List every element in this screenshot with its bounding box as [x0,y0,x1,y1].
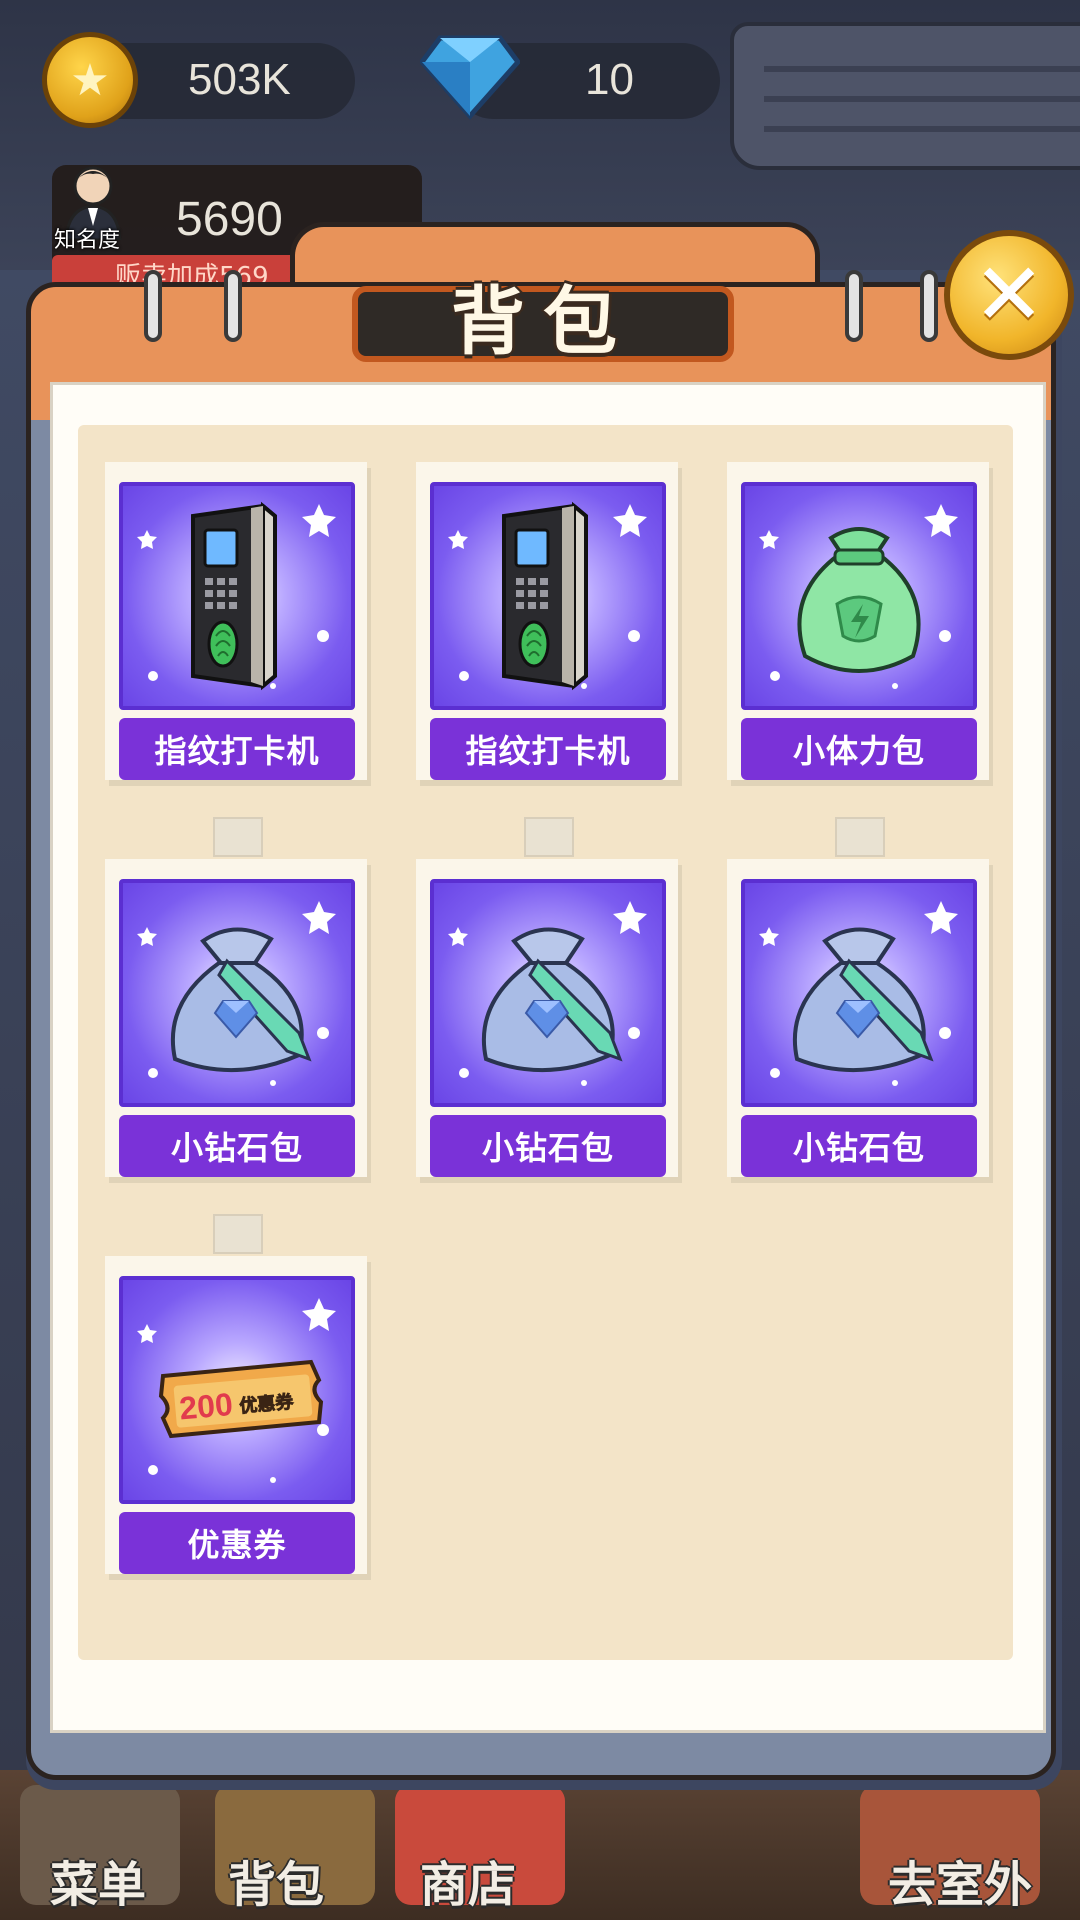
coupon-icon: 200 优惠券 [137,1298,336,1483]
item-card[interactable]: 指纹打卡机 [416,462,678,780]
nav-bag-button[interactable]: 背包 [228,1845,324,1915]
card-clip [213,1214,263,1254]
item-image: 200 优惠券 [119,1276,355,1504]
nav-outdoor-button[interactable]: 去室外 [888,1845,1032,1915]
item-image [119,879,355,1107]
binder-ring [224,270,242,342]
fame-value: 5690 [176,193,283,246]
gem-amount: 10 [585,55,634,104]
fame-label: 知名度 [54,228,121,253]
item-card[interactable]: 200 优惠券优惠券 [105,1256,367,1574]
card-clip [835,817,885,857]
card-clip [524,817,574,857]
diamond-bag-icon [448,901,647,1086]
nav-menu-button[interactable]: 菜单 [50,1845,146,1915]
coin-icon: ★ [42,32,138,128]
air-conditioner-decor [730,22,1080,170]
item-card[interactable]: 小钻石包 [105,859,367,1177]
item-name-label: 优惠券 [119,1512,355,1574]
diamond-icon [420,35,520,120]
item-name-label: 小钻石包 [119,1115,355,1177]
item-image [741,879,977,1107]
item-image [741,482,977,710]
item-card[interactable]: 小体力包 [727,462,989,780]
item-card[interactable]: 小钻石包 [727,859,989,1177]
diamond-bag-icon [137,901,336,1086]
item-image [119,482,355,710]
binder-ring [144,270,162,342]
item-card[interactable]: 指纹打卡机 [105,462,367,780]
item-image [430,879,666,1107]
item-name-label: 指纹打卡机 [430,718,666,780]
fingerprint-clock-icon [448,501,647,691]
panel-title: 背包 [451,279,635,365]
binder-ring [845,270,863,342]
item-name-label: 小钻石包 [430,1115,666,1177]
nav-shop-button[interactable]: 商店 [420,1845,516,1915]
item-card[interactable]: 小钻石包 [416,859,678,1177]
diamond-bag-icon [759,901,958,1086]
svg-text:200: 200 [178,1386,234,1427]
close-button[interactable]: ✕ [944,230,1074,360]
close-icon: ✕ [972,245,1046,345]
fingerprint-clock-icon [137,501,336,691]
binder-ring [920,270,938,342]
item-name-label: 小钻石包 [741,1115,977,1177]
stamina-bag-icon [759,504,958,689]
coin-amount: 503K [188,55,291,104]
item-name-label: 小体力包 [741,718,977,780]
card-clip [213,817,263,857]
item-name-label: 指纹打卡机 [119,718,355,780]
item-image [430,482,666,710]
